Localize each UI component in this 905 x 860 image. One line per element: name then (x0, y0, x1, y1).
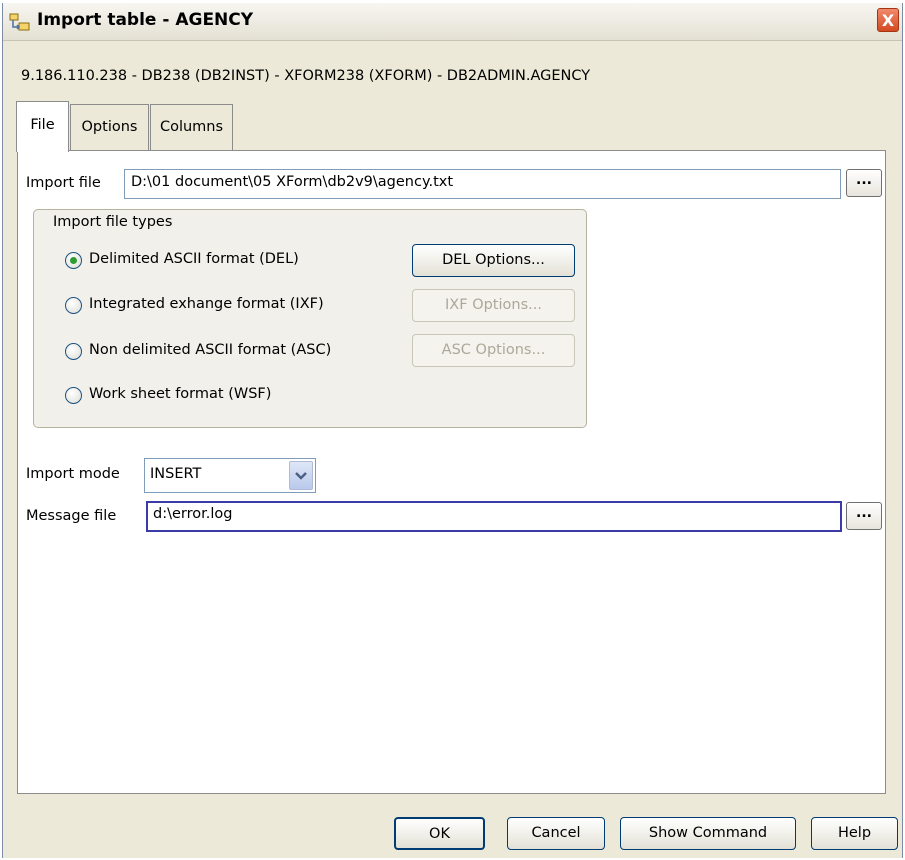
import-mode-select[interactable]: INSERT (144, 458, 316, 493)
asc-options-button[interactable]: ASC Options... (412, 334, 575, 367)
close-icon: X (881, 11, 895, 30)
connection-info: 9.186.110.238 - DB238 (DB2INST) - XFORM2… (21, 68, 591, 84)
radio-del[interactable] (65, 252, 82, 269)
show-command-button[interactable]: Show Command (620, 817, 796, 850)
import-mode-label: Import mode (26, 466, 120, 482)
import-file-label: Import file (26, 175, 101, 191)
tab-columns[interactable]: Columns (150, 104, 233, 151)
radio-asc-label[interactable]: Non delimited ASCII format (ASC) (89, 342, 331, 358)
import-file-types-title: Import file types (49, 214, 177, 230)
import-dialog: Import table - AGENCY X 9.186.110.238 - … (2, 3, 903, 858)
import-mode-value: INSERT (150, 466, 202, 482)
ixf-options-button[interactable]: IXF Options... (412, 289, 575, 322)
window-title: Import table - AGENCY (37, 10, 254, 30)
table-import-icon (9, 13, 30, 31)
title-bar[interactable]: Import table - AGENCY X (3, 3, 902, 41)
cancel-button[interactable]: Cancel (507, 817, 605, 850)
radio-wsf-label[interactable]: Work sheet format (WSF) (89, 386, 271, 402)
import-file-input[interactable]: D:\01 document\05 XForm\db2v9\agency.txt (124, 169, 841, 199)
import-file-browse-button[interactable]: ... (846, 169, 882, 197)
chevron-down-icon[interactable] (289, 461, 313, 490)
message-file-browse-button[interactable]: ... (846, 502, 882, 530)
tab-file[interactable]: File (16, 101, 69, 152)
ok-button[interactable]: OK (394, 817, 485, 850)
tab-options[interactable]: Options (70, 104, 149, 151)
tab-options-label: Options (81, 119, 138, 135)
radio-wsf[interactable] (65, 387, 82, 404)
radio-selected-dot (70, 257, 77, 264)
tab-columns-label: Columns (159, 119, 224, 135)
tab-file-label: File (30, 117, 55, 133)
help-button[interactable]: Help (811, 817, 898, 850)
radio-ixf-label[interactable]: Integrated exhange format (IXF) (89, 296, 324, 312)
message-file-input[interactable]: d:\error.log (146, 501, 842, 532)
radio-del-label[interactable]: Delimited ASCII format (DEL) (89, 251, 299, 267)
radio-ixf[interactable] (65, 297, 82, 314)
del-options-button[interactable]: DEL Options... (412, 244, 575, 277)
radio-asc[interactable] (65, 343, 82, 360)
close-button[interactable]: X (877, 8, 899, 32)
message-file-label: Message file (26, 508, 117, 524)
